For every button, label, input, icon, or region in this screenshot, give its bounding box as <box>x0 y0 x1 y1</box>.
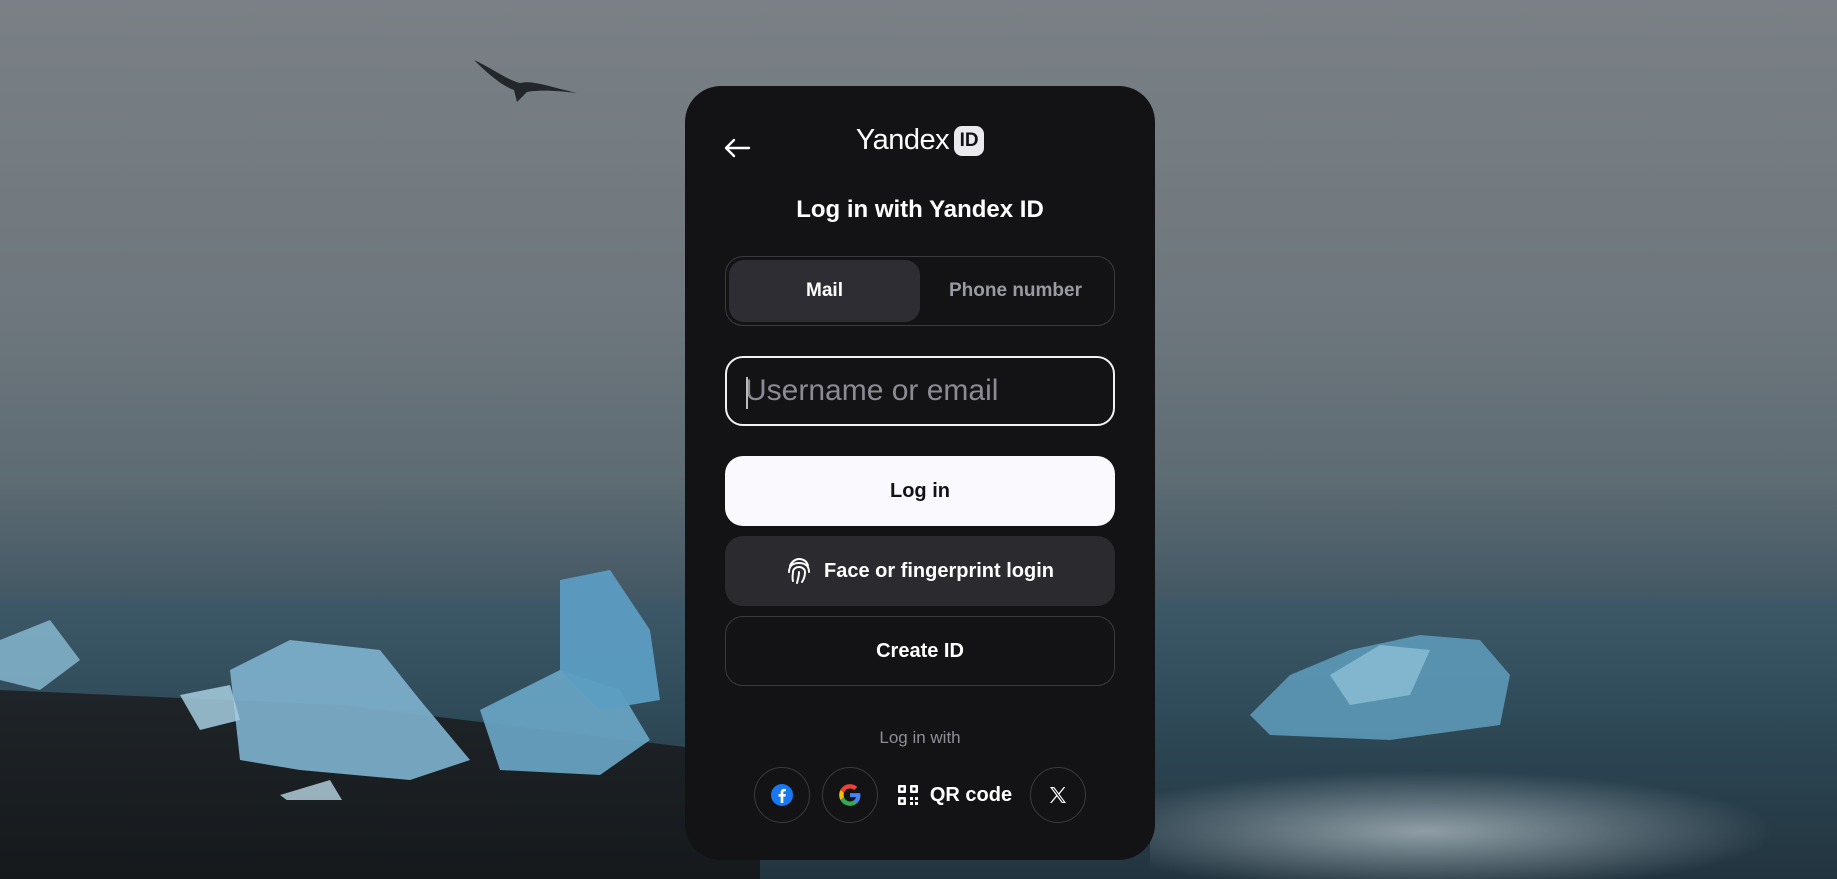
tab-phone-number[interactable]: Phone number <box>920 260 1111 322</box>
background-foam <box>1150 760 1837 879</box>
logo-text: Yandex <box>855 124 950 156</box>
face-login-label: Face or fingerprint login <box>823 559 1054 582</box>
qr-code-icon <box>897 785 918 805</box>
x-login-button[interactable] <box>1030 767 1087 823</box>
login-method-tabs: Mail Phone number <box>725 256 1115 326</box>
login-button[interactable]: Log in <box>725 456 1115 526</box>
qr-code-login-button[interactable]: QR code <box>890 767 1018 823</box>
x-icon <box>1050 787 1067 803</box>
username-input[interactable] <box>727 358 1113 424</box>
google-login-button[interactable] <box>821 767 878 823</box>
text-caret <box>746 377 748 409</box>
bird-decoration <box>474 60 577 102</box>
login-card: Yandex ID Log in with Yandex ID Mail Pho… <box>685 86 1155 860</box>
face-fingerprint-login-button[interactable]: Face or fingerprint login <box>725 536 1115 606</box>
yandex-id-logo: Yandex ID <box>685 124 1155 157</box>
username-field-wrapper <box>725 356 1115 426</box>
tab-mail[interactable]: Mail <box>729 260 920 322</box>
social-login-heading: Log in with <box>879 728 961 747</box>
page-title: Log in with Yandex ID <box>796 196 1044 223</box>
fingerprint-icon <box>787 557 810 584</box>
iceberg-right <box>1250 635 1510 740</box>
create-id-button[interactable]: Create ID <box>725 616 1115 686</box>
iceberg-left <box>0 570 660 800</box>
qr-code-label: QR code <box>929 783 1013 806</box>
google-icon <box>839 784 861 806</box>
facebook-icon <box>770 784 793 806</box>
social-login-row: QR code <box>685 767 1155 823</box>
logo-badge: ID <box>954 125 985 156</box>
facebook-login-button[interactable] <box>753 767 810 823</box>
